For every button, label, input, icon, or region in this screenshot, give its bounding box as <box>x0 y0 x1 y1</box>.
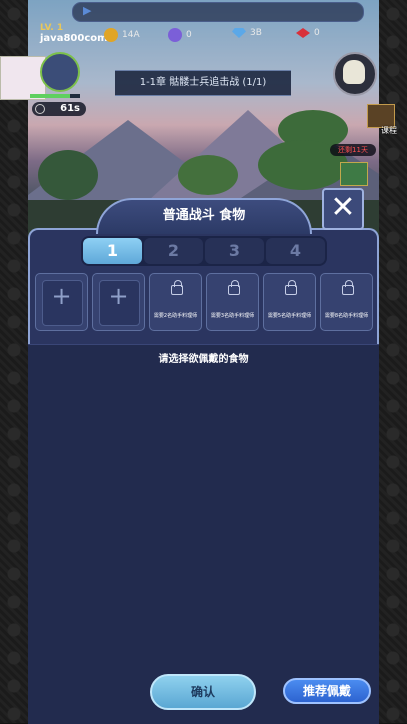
close-button[interactable]: ✕ <box>322 188 364 230</box>
xp-bar <box>30 94 80 98</box>
player-avatar[interactable] <box>40 52 80 92</box>
lock-icon <box>228 280 240 295</box>
chest-label: 课程 <box>381 126 397 135</box>
plus-icon: + <box>51 282 72 310</box>
currency-diamond[interactable]: 3B <box>232 28 262 38</box>
deadline-badge: 还剩11天 <box>330 144 376 156</box>
plus-icon: + <box>108 282 129 310</box>
clock-icon <box>35 104 45 114</box>
lock-icon <box>285 280 297 295</box>
food-slot-3[interactable]: 需要2名助手料理师 <box>149 273 202 331</box>
recommend-equip-button[interactable]: 推荐佩戴 <box>283 678 371 704</box>
tab-3[interactable]: 3 <box>205 238 264 264</box>
boss-portrait[interactable] <box>333 52 377 96</box>
battle-timer: 61s <box>32 102 86 116</box>
food-slot-5[interactable]: 需要5名助手料理师 <box>263 273 316 331</box>
tab-1[interactable]: 1 <box>83 238 142 264</box>
timer-value: 61s <box>60 103 80 114</box>
food-slot-6[interactable]: 需要8名助手料理师 <box>320 273 373 331</box>
gift-icon[interactable] <box>340 162 368 186</box>
loadout-tabs: 1 2 3 4 <box>81 236 327 266</box>
slot-requirement: 需要3名助手料理师 <box>210 313 255 319</box>
confirm-button[interactable]: 确认 <box>150 674 256 710</box>
food-slots: + + 需要2名助手料理师 需要3名助手料理师 需要5名助手料理师 需要8名助手… <box>35 273 373 331</box>
megaphone-icon: ▶ <box>83 4 92 17</box>
diamond-amount: 3B <box>250 28 262 38</box>
purple-amount: 0 <box>186 30 192 40</box>
food-list[interactable] <box>28 344 379 724</box>
player-name: java800com <box>40 33 108 44</box>
slot-requirement: 需要2名助手料理师 <box>153 313 198 319</box>
currency-gold[interactable]: 14A <box>104 28 140 42</box>
currency-purple[interactable]: 0 <box>168 28 192 42</box>
food-slot-2[interactable]: + <box>92 273 145 331</box>
select-food-hint: 请选择欲佩戴的食物 <box>158 354 249 365</box>
tab-4[interactable]: 4 <box>266 238 325 264</box>
left-border <box>0 0 28 723</box>
chapter-banner: 1-1章 骷髅士兵追击战 (1/1) <box>115 70 291 96</box>
slot-requirement: 需要8名助手料理师 <box>324 313 369 319</box>
ruby-amount: 0 <box>314 28 320 38</box>
lock-icon <box>342 280 354 295</box>
gold-amount: 14A <box>122 30 140 40</box>
ruby-icon <box>296 28 310 38</box>
slot-requirement: 需要5名助手料理师 <box>267 313 312 319</box>
player-level: LV. 1 <box>40 23 64 33</box>
food-slot-1[interactable]: + <box>35 273 88 331</box>
food-slot-4[interactable]: 需要3名助手料理师 <box>206 273 259 331</box>
gold-coin-icon <box>104 28 118 42</box>
announcement-bar[interactable]: ▶ <box>72 2 364 22</box>
panel-title: 普通战斗 食物 <box>96 198 312 234</box>
tab-2[interactable]: 2 <box>144 238 203 264</box>
currency-ruby[interactable]: 0 <box>296 28 320 38</box>
diamond-icon <box>232 28 246 38</box>
lock-icon <box>171 280 183 295</box>
purple-coin-icon <box>168 28 182 42</box>
skull-icon <box>343 60 365 84</box>
